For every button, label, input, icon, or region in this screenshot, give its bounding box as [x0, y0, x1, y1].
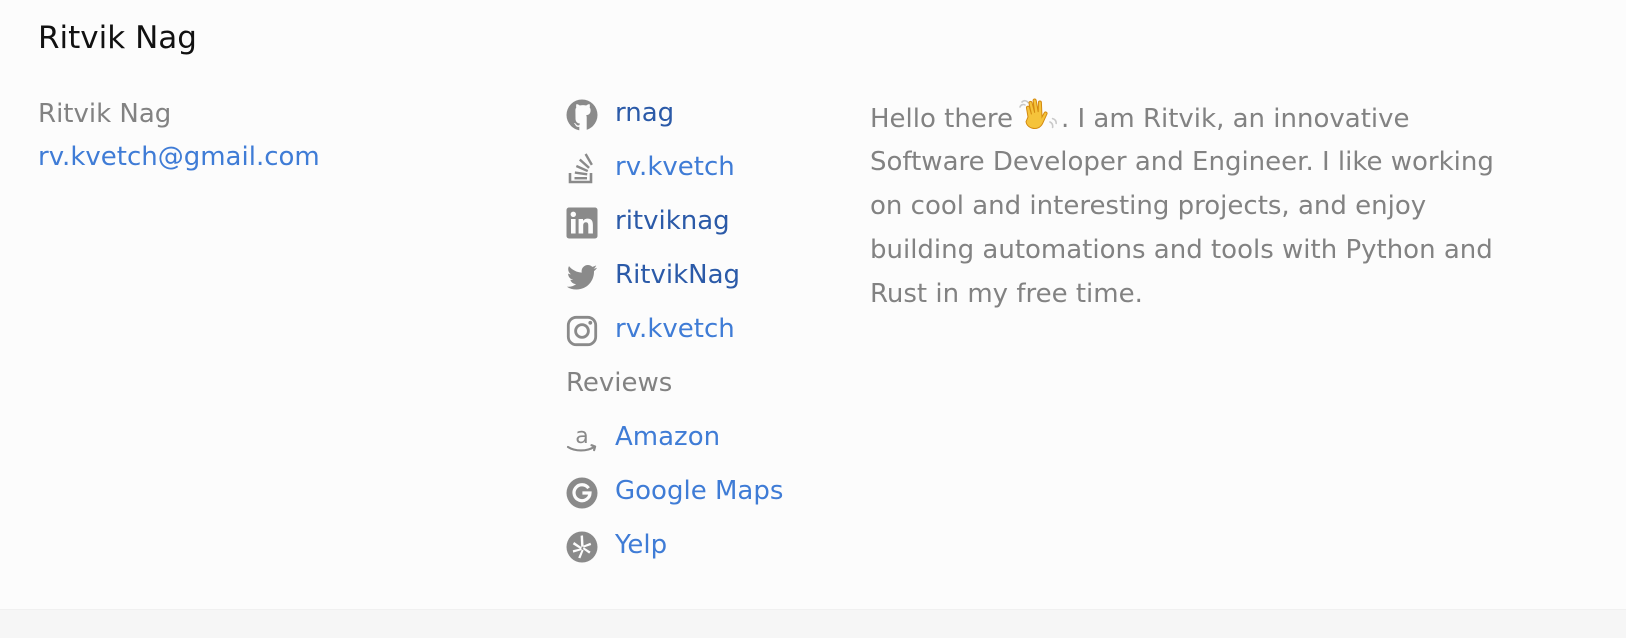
- yelp-icon: [566, 531, 598, 563]
- bio-greeting: Hello there: [870, 104, 1013, 134]
- linkedin-link[interactable]: ritviknag: [566, 203, 826, 257]
- contact-column: Ritvik Nag rv.kvetch@gmail.com: [38, 96, 320, 175]
- google-maps-label: Google Maps: [615, 476, 784, 506]
- stackoverflow-icon: [566, 153, 598, 185]
- bio-line: Hello there . I am Ritvik, an innovative: [870, 96, 1530, 140]
- social-links-column: rnag rv.kvetch ritviknag RitvikNag rv.kv…: [566, 95, 826, 581]
- google-icon: [566, 477, 598, 509]
- instagram-icon: [566, 315, 598, 347]
- yelp-review-link[interactable]: Yelp: [566, 527, 826, 581]
- bio-line: Software Developer and Engineer. I like …: [870, 147, 1494, 177]
- bio-intro: . I am Ritvik, an innovative: [1060, 104, 1410, 134]
- instagram-link[interactable]: rv.kvetch: [566, 311, 826, 365]
- github-link[interactable]: rnag: [566, 95, 826, 149]
- twitter-link[interactable]: RitvikNag: [566, 257, 826, 311]
- linkedin-icon: [566, 207, 598, 239]
- amazon-label: Amazon: [615, 422, 721, 452]
- yelp-label: Yelp: [615, 530, 668, 560]
- bio-line: building automations and tools with Pyth…: [870, 235, 1493, 265]
- github-username: rnag: [615, 98, 675, 128]
- stackoverflow-username: rv.kvetch: [615, 152, 735, 182]
- google-maps-review-link[interactable]: Google Maps: [566, 473, 826, 527]
- twitter-username: RitvikNag: [615, 260, 741, 290]
- amazon-review-link[interactable]: a Amazon: [566, 419, 826, 473]
- bio-paragraph: Hello there . I am Ritvik, an innovative…: [870, 96, 1530, 316]
- page-footer: [0, 609, 1626, 638]
- bio-line: on cool and interesting projects, and en…: [870, 191, 1427, 221]
- svg-text:a: a: [575, 424, 588, 449]
- twitter-icon: [566, 261, 598, 293]
- contact-name: Ritvik Nag: [38, 99, 172, 129]
- reviews-heading: Reviews: [566, 368, 673, 398]
- waving-hand-emoji: [1017, 96, 1057, 132]
- email-link[interactable]: rv.kvetch@gmail.com: [38, 139, 320, 175]
- bio-line: Rust in my free time.: [870, 279, 1143, 309]
- amazon-icon: a: [566, 423, 598, 455]
- github-icon: [566, 99, 598, 131]
- linkedin-username: ritviknag: [615, 206, 730, 236]
- site-title[interactable]: Ritvik Nag: [38, 18, 197, 58]
- stackoverflow-link[interactable]: rv.kvetch: [566, 149, 826, 203]
- instagram-username: rv.kvetch: [615, 314, 735, 344]
